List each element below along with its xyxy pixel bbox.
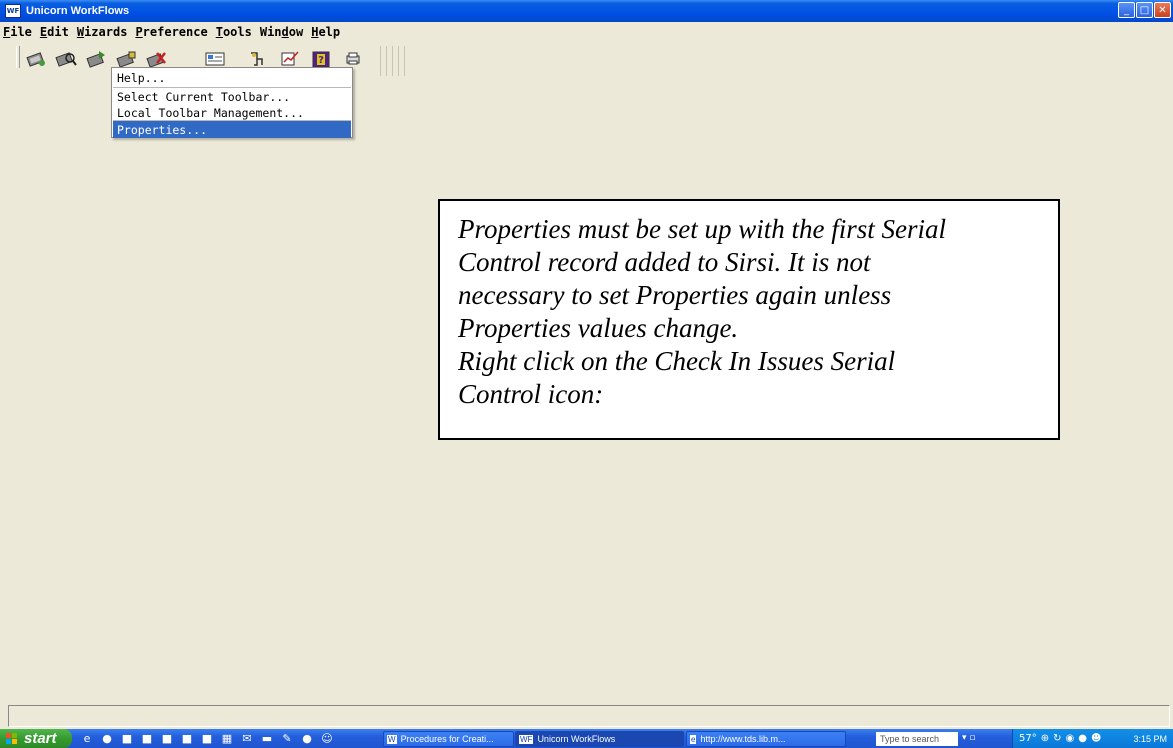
menu-file-rest: ile [10,25,32,39]
powerpoint-icon[interactable]: ■ [160,731,174,745]
context-menu-properties[interactable]: Properties... [113,121,351,138]
context-menu-help[interactable]: Help... [113,69,351,86]
note-line: Properties must be set up with the first… [458,214,946,244]
menu-help[interactable]: Help [307,22,344,42]
note-line: Control record added to Sirsi. It is not [458,247,871,277]
firefox-icon[interactable]: ● [100,731,114,745]
note-line: Properties values change. [458,313,739,343]
instruction-note: Properties must be set up with the first… [438,199,1060,440]
minimize-button[interactable]: _ [1118,2,1135,18]
menu-bar: File Edit Wizards Preference Tools Win d o… [0,22,1173,42]
menu-window[interactable]: Win d ow [256,22,307,42]
title-bar: WF Unicorn WorkFlows _ □ ✕ [0,0,1173,22]
word-icon[interactable]: ■ [200,731,214,745]
taskbar-button-browser[interactable]: e http://www.tds.lib.m... [686,731,846,747]
menu-edit-key: E [39,25,48,39]
taskbar-button-label: Unicorn WorkFlows [537,734,616,744]
menu-window-key: d [281,25,289,39]
excel-icon[interactable]: ■ [140,731,154,745]
taskbar-button-label: Procedures for Creati... [400,734,494,744]
status-bar [8,705,1170,727]
word-icon: W [387,734,397,744]
toolbar-grip[interactable] [16,46,20,68]
antivirus-icon[interactable]: ◉ [1066,733,1075,744]
menu-tools[interactable]: Tools [212,22,256,42]
internet-explorer-icon: e [690,734,697,744]
toolbar-context-menu: Help... Select Current Toolbar... Local … [111,67,353,138]
app-icon: WF [5,4,21,18]
receive-issue-icon[interactable] [84,48,108,70]
calculator-icon[interactable]: ▦ [220,731,234,745]
menu-wizards[interactable]: Wizards [73,22,132,42]
menu-edit-rest: dit [47,25,69,39]
workflows-icon: WF [519,734,534,744]
paint-icon[interactable]: ✎ [280,731,294,745]
system-tray: 57° ⊕ ↻ ◉ ● ☻ 3:15 PM [1012,729,1173,748]
window-controls: _ □ ✕ [1118,2,1171,18]
network-icon[interactable]: ⊕ [1041,733,1049,744]
menu-wizards-rest: izards [84,25,128,39]
pdf-icon[interactable]: ■ [120,731,134,745]
taskbar-search-input[interactable]: Type to search [876,732,958,746]
taskbar-button-unicorn[interactable]: WF Unicorn WorkFlows [515,731,684,747]
windows-flag-icon [6,732,18,745]
quick-launch: e ● ■ ■ ■ ■ ■ ▦ ✉ ▬ ✎ ● ☺ [80,731,334,746]
taskbar-button-label: http://www.tds.lib.m... [700,734,786,744]
outlook-icon[interactable]: ✉ [240,731,254,745]
search-options-icon[interactable]: ▾ ▫ [962,733,975,743]
menu-file[interactable]: File [0,22,36,42]
internet-explorer-icon[interactable]: e [80,731,94,745]
menu-window-rest: ow [288,25,304,39]
maximize-button[interactable]: □ [1136,2,1153,18]
weather-temperature[interactable]: 57° [1019,733,1037,744]
taskbar: start e ● ■ ■ ■ ■ ■ ▦ ✉ ▬ ✎ ● ☺ W Procedu… [0,729,1173,748]
close-button[interactable]: ✕ [1154,2,1171,18]
search-serial-icon[interactable] [54,48,78,70]
menu-wizards-key: W [76,25,85,39]
clock: 3:15 PM [1133,733,1167,744]
checkin-serial-icon[interactable] [24,48,48,70]
desktop-icon[interactable]: ▬ [260,731,274,745]
menu-file-key: F [3,25,11,39]
chrome-icon[interactable]: ● [1078,733,1087,744]
messenger-icon[interactable]: ☺ [320,731,334,745]
toolbar-overflow-grip [380,46,420,76]
context-menu-select-current-toolbar[interactable]: Select Current Toolbar... [113,88,351,105]
menu-preference-key: P [135,25,143,39]
menu-tools-key: T [215,25,223,39]
context-menu-local-toolbar-management[interactable]: Local Toolbar Management... [113,104,351,121]
menu-edit[interactable]: Edit [36,22,73,42]
menu-window-pre: Win [259,25,282,39]
window-title: Unicorn WorkFlows [26,5,130,17]
svg-text:?: ? [318,55,324,66]
menu-help-rest: elp [318,25,341,39]
menu-preference-rest: reference [142,25,208,39]
note-line: Right click on the Check In Issues Seria… [458,346,896,376]
sync-icon[interactable]: ↻ [1053,733,1061,744]
media-player-icon[interactable]: ● [300,731,314,745]
messenger-tray-icon[interactable]: ☻ [1091,733,1101,744]
menu-tools-rest: ools [222,25,252,39]
menu-preference[interactable]: Preference [131,22,211,42]
excel-icon[interactable]: ■ [180,731,194,745]
taskbar-button-word-doc[interactable]: W Procedures for Creati... [383,731,514,747]
note-line: necessary to set Properties again unless [458,280,892,310]
start-label: start [24,730,57,747]
start-button[interactable]: start [0,729,72,748]
note-line: Control icon: [458,379,604,409]
menu-help-key: H [311,25,319,39]
